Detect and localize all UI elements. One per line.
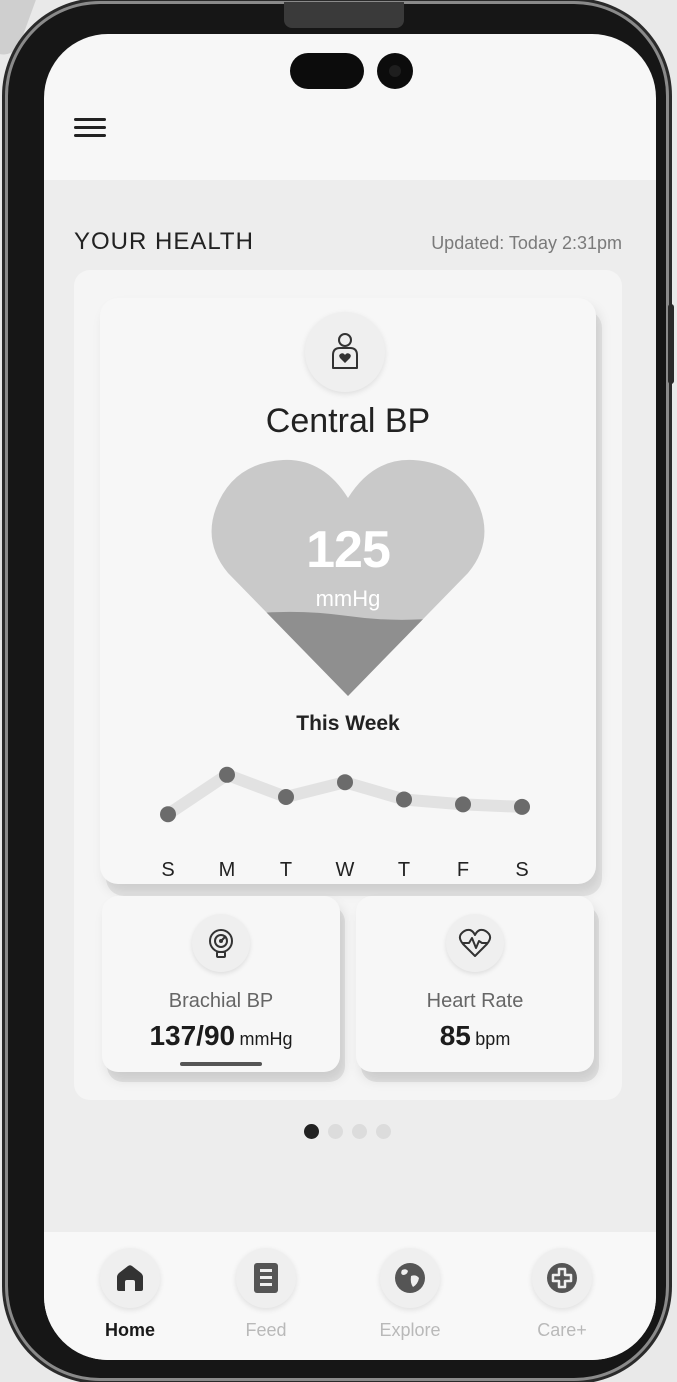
nav-label: Care+ bbox=[537, 1320, 587, 1340]
data-point bbox=[514, 798, 530, 815]
x-tick-label: S bbox=[161, 859, 174, 878]
page-dot[interactable] bbox=[304, 1124, 319, 1139]
updated-timestamp: Updated: Today 2:31pm bbox=[431, 233, 622, 253]
x-tick-label: T bbox=[398, 859, 410, 878]
nav-home[interactable]: Home bbox=[80, 1246, 180, 1346]
brachial-bp-label: Brachial BP bbox=[168, 990, 274, 1012]
phone-top-notch bbox=[284, 2, 404, 28]
phone-screen: YOUR HEALTH Updated: Today 2:31pm Centra… bbox=[44, 34, 656, 1360]
x-tick-label: M bbox=[219, 859, 236, 878]
heart-pulse-icon bbox=[446, 914, 504, 972]
page-dot[interactable] bbox=[328, 1124, 343, 1139]
data-point bbox=[278, 789, 294, 805]
hamburger-menu-icon[interactable] bbox=[74, 116, 108, 140]
plus-circle-icon bbox=[532, 1248, 592, 1308]
home-icon bbox=[100, 1248, 160, 1308]
nav-label: Feed bbox=[245, 1320, 287, 1340]
data-point bbox=[219, 766, 235, 783]
data-point bbox=[455, 796, 471, 813]
x-tick-label: T bbox=[280, 859, 292, 878]
brachial-bp-card[interactable]: Brachial BP 137/90 mmHg bbox=[102, 896, 340, 1072]
x-tick-label: S bbox=[515, 859, 528, 878]
nav-label: Explore bbox=[379, 1320, 441, 1340]
brachial-bp-unit: mmHg bbox=[239, 1029, 293, 1049]
dynamic-island bbox=[290, 53, 364, 89]
data-point bbox=[337, 774, 353, 791]
phone-frame: YOUR HEALTH Updated: Today 2:31pm Centra… bbox=[8, 2, 674, 1378]
data-point bbox=[396, 791, 412, 808]
week-line-chart: SMTWTFS bbox=[160, 766, 530, 878]
person-heart-icon bbox=[305, 312, 385, 392]
central-bp-value: 125 bbox=[306, 521, 391, 579]
page-dot[interactable] bbox=[376, 1124, 391, 1139]
heart-rate-label: Heart Rate bbox=[426, 990, 524, 1012]
nav-explore[interactable]: Explore bbox=[360, 1246, 460, 1346]
x-tick-label: F bbox=[457, 859, 469, 878]
heart-rate-unit: bpm bbox=[475, 1029, 511, 1049]
active-card-indicator bbox=[180, 1062, 262, 1066]
data-point bbox=[160, 806, 176, 823]
central-bp-title: Central BP bbox=[265, 402, 431, 440]
page-dot[interactable] bbox=[352, 1124, 367, 1139]
bp-heart-gauge: 125 mmHg bbox=[208, 458, 488, 698]
nav-label: Home bbox=[104, 1320, 155, 1340]
heart-rate-reading: 85 bpm bbox=[356, 1020, 594, 1052]
nav-feed[interactable]: Feed bbox=[216, 1246, 316, 1346]
document-icon bbox=[236, 1248, 296, 1308]
heart-rate-value: 85 bbox=[439, 1020, 471, 1051]
central-bp-card[interactable]: Central BP 125 mmHg This Week S M T W T … bbox=[100, 298, 596, 884]
front-camera-icon bbox=[377, 53, 413, 89]
page-indicator bbox=[304, 1124, 394, 1144]
phone-side-button bbox=[668, 304, 674, 384]
brachial-bp-value: 137/90 bbox=[149, 1020, 236, 1051]
nav-care-plus[interactable]: Care+ bbox=[512, 1246, 612, 1346]
brachial-bp-reading: 137/90 mmHg bbox=[102, 1020, 340, 1052]
gauge-icon bbox=[192, 914, 250, 972]
heart-rate-card[interactable]: Heart Rate 85 bpm bbox=[356, 896, 594, 1072]
section-title: YOUR HEALTH bbox=[74, 228, 254, 255]
x-tick-label: W bbox=[336, 859, 355, 878]
central-bp-unit: mmHg bbox=[315, 586, 381, 611]
bottom-navigation: Home Feed Explore Care+ bbox=[44, 1232, 656, 1360]
globe-icon bbox=[380, 1248, 440, 1308]
